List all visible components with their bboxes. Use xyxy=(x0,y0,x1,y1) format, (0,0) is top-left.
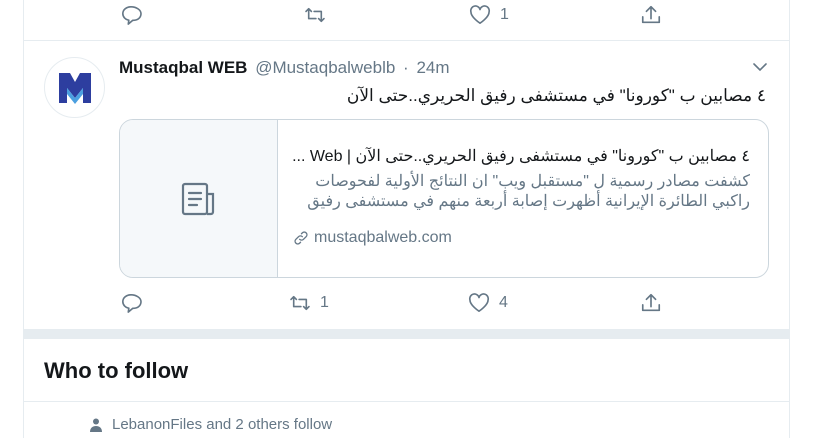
link-card[interactable]: ٤ مصابين ب "كورونا" في مستشفى رفيق الحري… xyxy=(119,119,769,278)
reply-icon xyxy=(122,294,142,313)
link-icon xyxy=(294,231,308,245)
retweet-count: 1 xyxy=(320,294,329,311)
card-title: ٤ مصابين ب "كورونا" في مستشفى رفيق الحري… xyxy=(292,148,750,165)
chevron-down-icon xyxy=(753,63,767,72)
reply-button[interactable] xyxy=(120,5,142,25)
like-count: 4 xyxy=(499,294,508,311)
retweet-button[interactable]: 1 xyxy=(289,294,329,312)
social-context-text: LebanonFiles and 2 others follow xyxy=(112,416,333,433)
section-separator xyxy=(24,329,789,339)
tweet-header: Mustaqbal WEB @Mustaqbalweblb · 24m xyxy=(119,58,450,78)
card-description-line-2: راكبي الطائرة الإيرانية أظهرت إصابة أربع… xyxy=(307,193,750,210)
reply-icon xyxy=(122,6,142,25)
separator: · xyxy=(403,58,409,77)
author-name[interactable]: Mustaqbal WEB xyxy=(119,58,247,77)
retweet-button[interactable] xyxy=(304,6,326,24)
timeline: 1 Mustaqbal WEB @Mustaqbalweblb · 24m ٤ … xyxy=(23,0,790,438)
like-button[interactable]: 4 xyxy=(468,293,508,313)
document-icon xyxy=(181,182,214,215)
who-to-follow-title: Who to follow xyxy=(44,358,189,383)
social-context: LebanonFiles and 2 others follow xyxy=(90,416,332,433)
mustaqbal-logo-icon xyxy=(58,72,91,104)
timestamp[interactable]: 24m xyxy=(416,58,449,77)
tweet-actions: 1 4 xyxy=(24,289,789,319)
person-icon xyxy=(90,418,102,432)
share-icon xyxy=(641,293,661,312)
card-body: ٤ مصابين ب "كورونا" في مستشفى رفيق الحري… xyxy=(292,146,750,212)
tweet[interactable]: Mustaqbal WEB @Mustaqbalweblb · 24m ٤ مص… xyxy=(24,41,789,329)
heart-icon xyxy=(468,293,490,312)
more-options-button[interactable] xyxy=(753,59,767,77)
avatar[interactable] xyxy=(44,57,105,118)
share-button[interactable] xyxy=(640,4,662,26)
card-description-line-1: كشفت مصادر رسمية ل "مستقبل ويب" ان النتا… xyxy=(315,173,750,190)
card-thumbnail xyxy=(120,120,278,277)
retweet-icon xyxy=(290,295,310,311)
card-domain-text: mustaqbalweb.com xyxy=(314,229,452,246)
card-domain: mustaqbalweb.com xyxy=(292,229,452,247)
divider xyxy=(24,401,789,402)
tweet-text: ٤ مصابين ب "كورونا" في مستشفى رفيق الحري… xyxy=(346,86,766,105)
share-icon xyxy=(641,5,661,24)
like-count: 1 xyxy=(500,6,509,23)
share-button[interactable] xyxy=(640,292,662,314)
like-button[interactable]: 1 xyxy=(469,5,509,25)
previous-tweet-actions: 1 xyxy=(24,0,789,32)
retweet-icon xyxy=(305,7,325,23)
author-handle[interactable]: @Mustaqbalweblb xyxy=(255,58,395,77)
heart-icon xyxy=(469,5,491,24)
reply-button[interactable] xyxy=(120,293,142,313)
